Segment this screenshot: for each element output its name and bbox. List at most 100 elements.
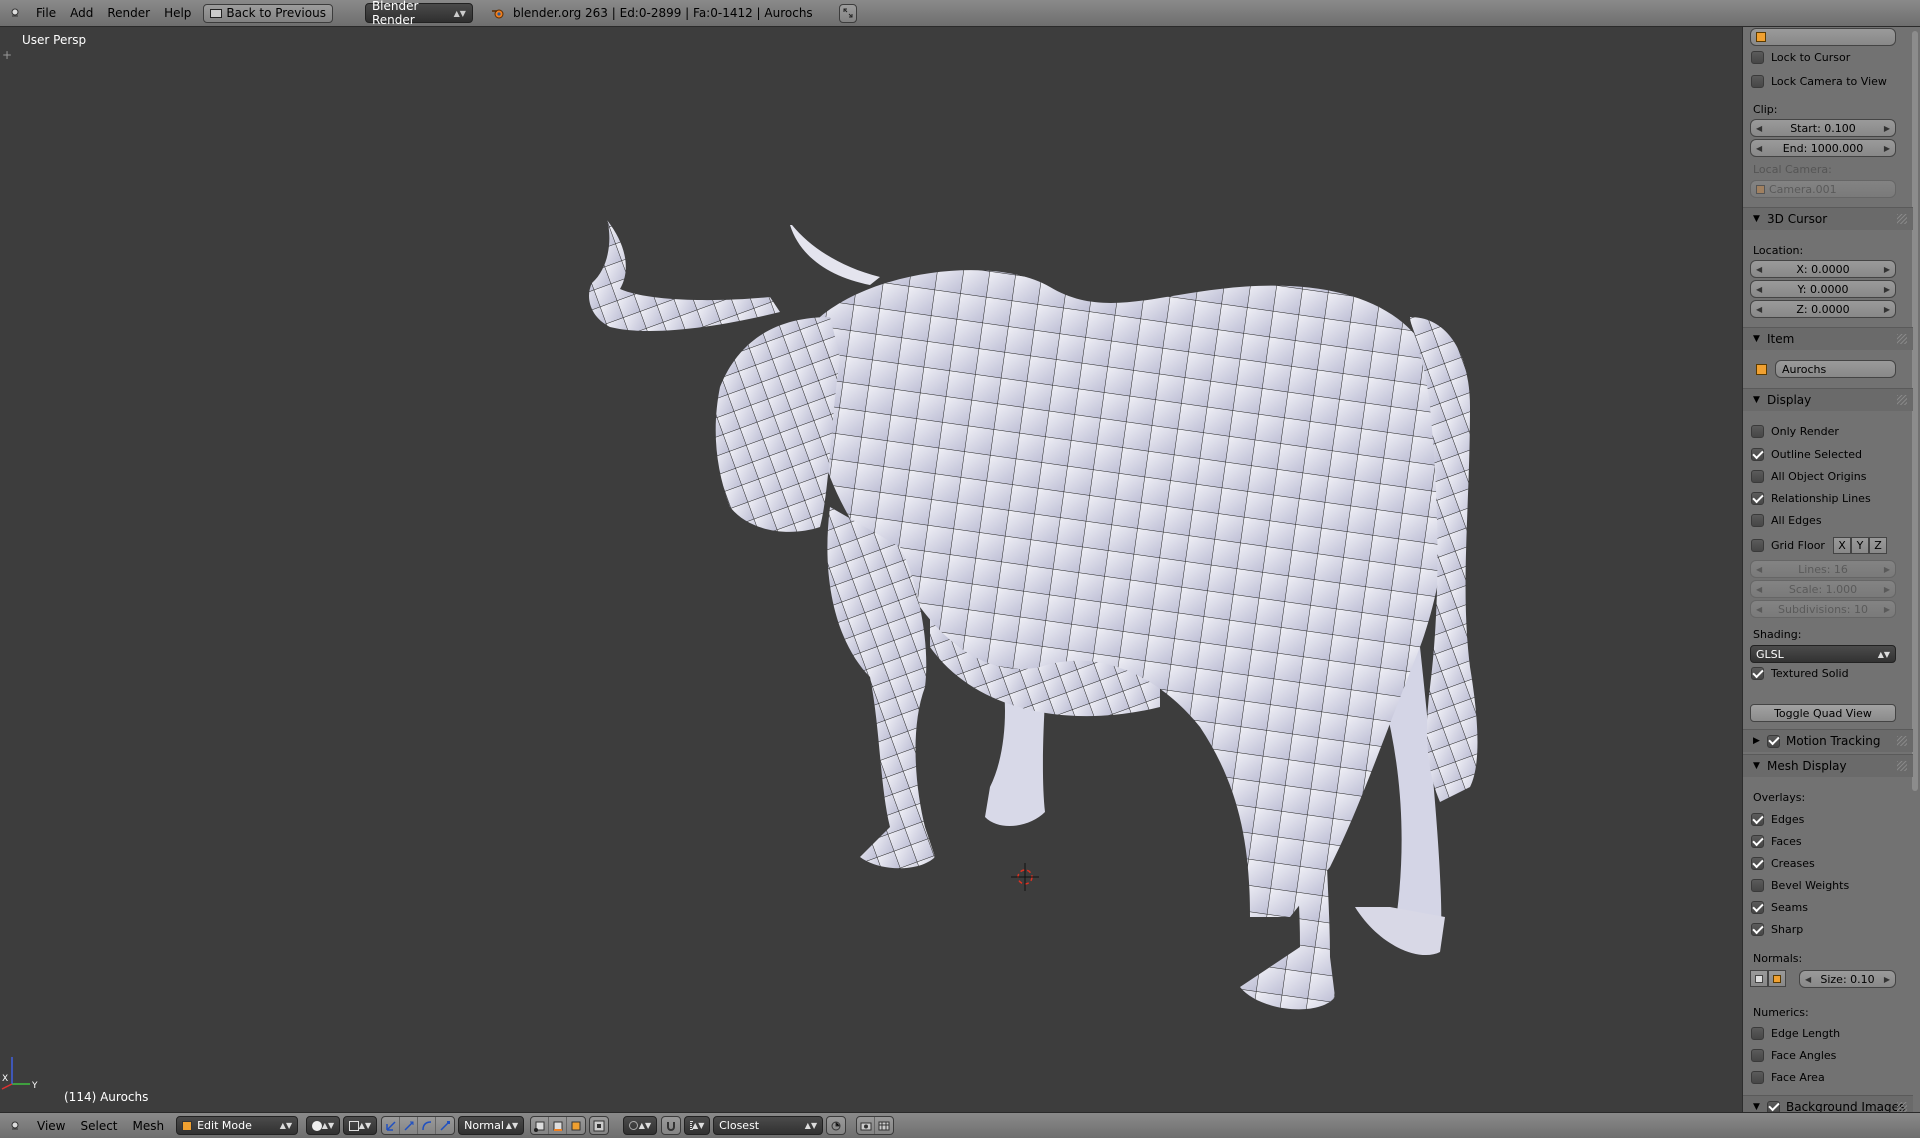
bevel-weights-checkbox[interactable] — [1751, 879, 1764, 892]
outline-selected-checkbox[interactable] — [1751, 448, 1764, 461]
decrement-arrow-icon[interactable]: ◀ — [1756, 144, 1762, 153]
lock-camera-to-view-checkbox[interactable] — [1751, 75, 1764, 88]
section-mesh-display[interactable]: ▼ Mesh Display — [1743, 754, 1913, 777]
clip-start-field[interactable]: ◀ Start: 0.100 ▶ — [1750, 119, 1896, 137]
render-engine-dropdown[interactable]: Blender Render ▲▼ — [364, 0, 473, 27]
3d-viewport[interactable]: + User Persp Y X (114) Aurochs — [0, 27, 1742, 1112]
panel-scrollbar[interactable] — [1912, 31, 1918, 791]
vertex-normals-icon[interactable] — [1750, 970, 1768, 987]
face-area-checkbox[interactable] — [1751, 1071, 1764, 1084]
seams-checkbox[interactable] — [1751, 901, 1764, 914]
item-name-field[interactable]: Aurochs — [1775, 360, 1896, 378]
cursor-x-field[interactable]: ◀ X: 0.0000 ▶ — [1750, 260, 1896, 278]
decrement-arrow-icon[interactable]: ◀ — [1756, 124, 1762, 133]
edge-length-checkbox[interactable] — [1751, 1027, 1764, 1040]
edges-checkbox[interactable] — [1751, 813, 1764, 826]
increment-arrow-icon[interactable]: ▶ — [1884, 285, 1890, 294]
section-item[interactable]: ▼ Item — [1743, 327, 1913, 350]
sharp-checkbox[interactable] — [1751, 923, 1764, 936]
face-angles-row[interactable]: Face Angles — [1751, 1049, 1836, 1062]
faces-checkbox[interactable] — [1751, 835, 1764, 848]
all-edges-checkbox[interactable] — [1751, 514, 1764, 527]
bevel-weights-row[interactable]: Bevel Weights — [1751, 879, 1849, 892]
motion-tracking-checkbox[interactable] — [1767, 734, 1780, 748]
occlude-geometry-toggle[interactable] — [589, 1116, 610, 1135]
creases-row[interactable]: Creases — [1751, 857, 1815, 870]
relationship-lines-checkbox[interactable] — [1751, 492, 1764, 505]
all-object-origins-checkbox[interactable] — [1751, 470, 1764, 483]
clip-end-field[interactable]: ◀ End: 1000.000 ▶ — [1750, 139, 1896, 157]
all-object-origins-row[interactable]: All Object Origins — [1751, 470, 1866, 483]
section-background-images[interactable]: ▼ Background Images — [1743, 1095, 1913, 1112]
face-normals-icon[interactable] — [1768, 970, 1786, 987]
face-angles-checkbox[interactable] — [1751, 1049, 1764, 1062]
rotate-icon[interactable] — [418, 1117, 437, 1134]
menu-add[interactable]: Add — [70, 6, 93, 20]
increment-arrow-icon[interactable]: ▶ — [1884, 265, 1890, 274]
background-images-checkbox[interactable] — [1767, 1100, 1780, 1112]
axis-z-toggle[interactable]: Z — [1869, 537, 1887, 554]
section-3d-cursor[interactable]: ▼ 3D Cursor — [1743, 207, 1913, 230]
snap-target-dropdown[interactable]: Closest ▲▼ — [713, 1116, 824, 1135]
proportional-edit-dropdown[interactable]: ▲▼ — [623, 1116, 658, 1135]
face-area-row[interactable]: Face Area — [1751, 1071, 1825, 1084]
axis-y-toggle[interactable]: Y — [1851, 537, 1869, 554]
cursor-y-field[interactable]: ◀ Y: 0.0000 ▶ — [1750, 280, 1896, 298]
increment-arrow-icon[interactable]: ▶ — [1884, 144, 1890, 153]
edge-select-icon[interactable] — [549, 1117, 568, 1134]
occlude-geometry-icon[interactable] — [590, 1117, 608, 1134]
fullscreen-toggle-icon[interactable] — [838, 3, 857, 23]
axis-x-toggle[interactable]: X — [1833, 537, 1851, 554]
lock-object-field[interactable] — [1750, 28, 1896, 46]
decrement-arrow-icon[interactable]: ◀ — [1756, 285, 1762, 294]
menu-mesh[interactable]: Mesh — [133, 1119, 165, 1133]
editor-type-icon[interactable] — [8, 1119, 22, 1133]
relationship-lines-row[interactable]: Relationship Lines — [1751, 492, 1871, 505]
align-rotation-icon[interactable] — [827, 1117, 845, 1134]
render-animation-icon[interactable] — [875, 1117, 893, 1134]
translate-icon[interactable] — [400, 1117, 419, 1134]
increment-arrow-icon[interactable]: ▶ — [1884, 975, 1890, 984]
edge-length-row[interactable]: Edge Length — [1751, 1027, 1840, 1040]
textured-solid-row[interactable]: Textured Solid — [1751, 667, 1849, 680]
sharp-row[interactable]: Sharp — [1751, 923, 1803, 936]
section-motion-tracking[interactable]: ▶ Motion Tracking — [1743, 729, 1913, 752]
menu-file[interactable]: File — [36, 6, 56, 20]
vertex-select-icon[interactable] — [531, 1117, 550, 1134]
lock-camera-to-view-row[interactable]: Lock Camera to View — [1751, 75, 1887, 88]
only-render-row[interactable]: Only Render — [1751, 425, 1839, 438]
menu-help[interactable]: Help — [164, 6, 191, 20]
viewport-shading-dropdown[interactable]: ▲▼ — [306, 1116, 341, 1135]
editor-type-icon[interactable] — [8, 6, 22, 20]
grid-floor-row[interactable]: Grid Floor — [1751, 539, 1825, 552]
shading-dropdown[interactable]: GLSL ▲▼ — [1750, 645, 1896, 663]
creases-checkbox[interactable] — [1751, 857, 1764, 870]
face-select-icon[interactable] — [567, 1117, 585, 1134]
decrement-arrow-icon[interactable]: ◀ — [1805, 975, 1811, 984]
normals-size-field[interactable]: ◀ Size: 0.10 ▶ — [1799, 970, 1896, 988]
magnet-icon[interactable] — [662, 1117, 680, 1134]
decrement-arrow-icon[interactable]: ◀ — [1756, 305, 1762, 314]
back-to-previous-button[interactable]: Back to Previous — [203, 3, 333, 23]
toggle-quad-view-button[interactable]: Toggle Quad View — [1750, 704, 1896, 722]
textured-solid-checkbox[interactable] — [1751, 667, 1764, 680]
decrement-arrow-icon[interactable]: ◀ — [1756, 265, 1762, 274]
all-edges-row[interactable]: All Edges — [1751, 514, 1822, 527]
menu-render[interactable]: Render — [107, 6, 150, 20]
menu-view[interactable]: View — [37, 1119, 65, 1133]
transform-orientation-dropdown[interactable]: Normal ▲▼ — [458, 1116, 525, 1135]
menu-select[interactable]: Select — [80, 1119, 117, 1133]
mode-dropdown[interactable]: Edit Mode ▲▼ — [176, 1116, 299, 1135]
snap-align-rotation-toggle[interactable] — [826, 1116, 847, 1135]
lock-to-cursor-checkbox[interactable] — [1751, 51, 1764, 64]
manipulator-toggle-icon[interactable] — [382, 1117, 401, 1134]
seams-row[interactable]: Seams — [1751, 901, 1808, 914]
lock-to-cursor-row[interactable]: Lock to Cursor — [1751, 51, 1850, 64]
increment-arrow-icon[interactable]: ▶ — [1884, 124, 1890, 133]
render-still-icon[interactable] — [857, 1117, 876, 1134]
outline-selected-row[interactable]: Outline Selected — [1751, 448, 1862, 461]
grid-floor-checkbox[interactable] — [1751, 539, 1764, 552]
snap-toggle[interactable] — [661, 1116, 682, 1135]
pivot-point-dropdown[interactable]: ▲▼ — [343, 1116, 378, 1135]
cursor-z-field[interactable]: ◀ Z: 0.0000 ▶ — [1750, 300, 1896, 318]
